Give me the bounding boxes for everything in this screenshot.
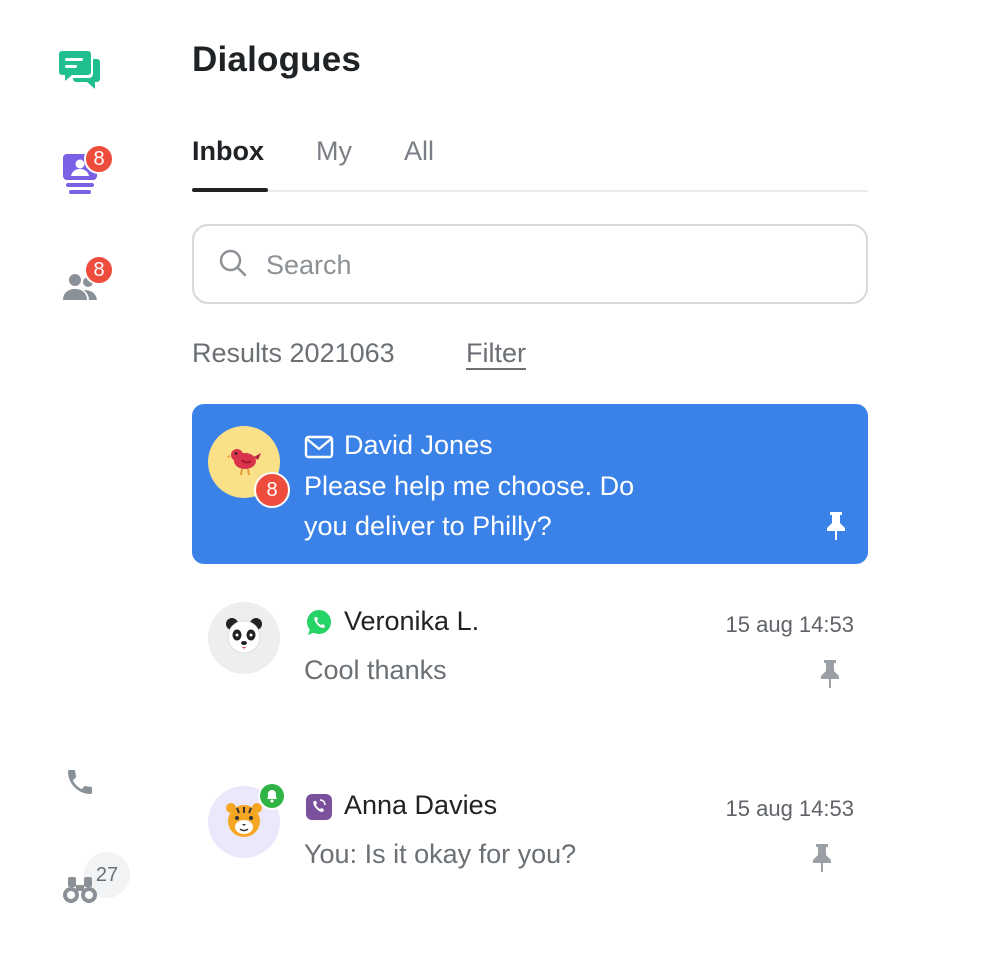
notification-bell-indicator — [258, 782, 286, 810]
pin-icon[interactable] — [824, 510, 848, 547]
tab-all[interactable]: All — [404, 136, 434, 167]
contacts-count-badge: 8 — [84, 255, 114, 285]
results-count: Results 2021063 — [192, 338, 395, 368]
message-timestamp: 15 aug 14:53 — [725, 796, 854, 821]
contact-name: Anna Davies — [344, 790, 498, 820]
viber-icon — [304, 792, 334, 822]
filter-link[interactable]: Filter — [466, 338, 526, 369]
pin-icon[interactable] — [810, 842, 834, 879]
last-message: Please help me choose. Do you deliver to… — [304, 466, 634, 546]
binoculars-icon — [61, 875, 99, 910]
contact-name: Veronika L. — [344, 606, 480, 636]
avatar — [208, 602, 280, 674]
calls-nav-button[interactable] — [56, 760, 104, 808]
mail-icon — [304, 432, 334, 462]
whatsapp-icon — [304, 608, 334, 638]
tab-inbox[interactable]: Inbox — [192, 136, 264, 167]
dialog-tabs: Inbox My All — [192, 128, 868, 192]
bell-icon — [260, 784, 284, 808]
page-title: Dialogues — [192, 40, 362, 79]
phone-icon — [64, 766, 96, 803]
last-message: You: Is it okay for you? — [304, 839, 577, 869]
tiger-avatar-icon — [223, 799, 265, 846]
unread-count-badge: 8 — [254, 472, 290, 508]
last-message-line: you deliver to Philly? — [304, 511, 552, 541]
active-tab-indicator — [192, 188, 268, 192]
requests-count-badge: 8 — [84, 144, 114, 174]
tab-my[interactable]: My — [316, 136, 352, 167]
dialogues-nav-button[interactable] — [56, 48, 104, 96]
search-icon — [218, 248, 248, 283]
message-timestamp: 15 aug 14:53 — [725, 612, 854, 637]
search-box — [192, 224, 868, 304]
last-message: Cool thanks — [304, 655, 447, 685]
monitoring-nav-button[interactable] — [56, 868, 104, 916]
panda-avatar-icon — [223, 615, 265, 662]
conversation-item[interactable]: Anna Davies 15 aug 14:53 You: Is it okay… — [192, 764, 868, 904]
pin-icon[interactable] — [818, 658, 842, 695]
chat-bubbles-icon — [58, 47, 102, 98]
search-input[interactable] — [264, 242, 848, 288]
conversation-item[interactable]: 8 David Jones Please help me choose. Do … — [192, 404, 868, 564]
last-message-line: Please help me choose. Do — [304, 471, 635, 501]
contact-name: David Jones — [344, 430, 493, 460]
conversation-item[interactable]: Veronika L. 15 aug 14:53 Cool thanks — [192, 580, 868, 720]
